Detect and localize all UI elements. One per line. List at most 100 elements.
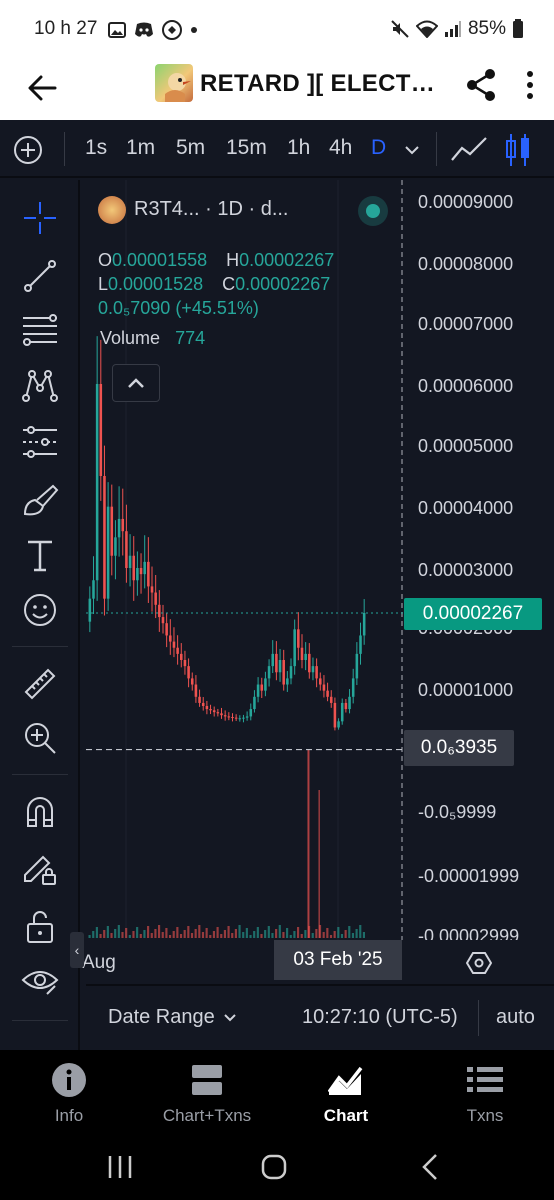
fib-tool[interactable] xyxy=(20,310,60,350)
timeframe-1s[interactable]: 1s xyxy=(85,136,107,160)
candle-body xyxy=(117,518,121,538)
candle-body xyxy=(355,653,359,679)
candle-body xyxy=(238,718,242,720)
candle-chart-type-button[interactable] xyxy=(504,132,532,168)
candle-body xyxy=(264,678,267,691)
time-axis[interactable]: Aug 03 Feb '25 xyxy=(82,940,554,984)
volume-bar xyxy=(231,933,234,938)
timeframe-1m[interactable]: 1m xyxy=(126,136,155,160)
candle-body xyxy=(293,629,296,667)
candle-body xyxy=(220,713,223,716)
auto-scale-button[interactable]: auto xyxy=(496,1006,535,1029)
volume-bar xyxy=(168,935,172,938)
candle-body xyxy=(329,696,333,703)
brush-tool[interactable] xyxy=(20,480,60,520)
unlock-tool[interactable] xyxy=(20,906,60,946)
symbol-title[interactable]: R3T4... · 1D · d... xyxy=(134,198,288,221)
candle-body xyxy=(231,717,234,719)
crosshair-icon xyxy=(24,202,56,234)
market-status-indicator[interactable] xyxy=(358,196,388,226)
system-back-button[interactable] xyxy=(410,1150,450,1184)
price-axis-label: 0.00004000 xyxy=(418,498,514,518)
timeframe-bar: 1s 1m 5m 15m 1h 4h D xyxy=(0,120,554,178)
price-axis-label: 0.00001000 xyxy=(418,680,514,700)
volume-bar xyxy=(234,929,237,938)
hexagon-settings-icon xyxy=(465,952,493,974)
chart-pane[interactable]: R3T4... · 1D · d... O0.00001558 H0.00002… xyxy=(86,180,554,940)
volume-bar xyxy=(88,935,91,938)
emoji-tool[interactable] xyxy=(20,590,60,630)
add-indicator-button[interactable] xyxy=(12,134,44,166)
recent-apps-button[interactable] xyxy=(100,1150,140,1184)
volume-bar xyxy=(260,934,263,938)
lock-drawings-tool[interactable] xyxy=(20,848,60,888)
candle-body xyxy=(92,580,95,599)
close-label: C xyxy=(222,274,236,294)
divider xyxy=(436,132,437,166)
candle-body xyxy=(260,684,264,691)
crosshair-tool[interactable] xyxy=(20,198,60,238)
tab-info[interactable]: Info xyxy=(0,1058,138,1134)
candle-body xyxy=(179,653,183,660)
candle-body xyxy=(249,709,253,717)
volume-bar xyxy=(125,928,128,938)
timeframe-4h[interactable]: 4h xyxy=(329,136,352,160)
timezone-clock[interactable]: 10:27:10 (UTC-5) xyxy=(302,1006,458,1029)
volume-bar xyxy=(351,933,355,938)
candle-body xyxy=(161,617,165,624)
smiley-icon xyxy=(24,594,56,626)
share-button[interactable] xyxy=(462,66,500,104)
line-chart-type-button[interactable] xyxy=(450,134,488,166)
volume-bar xyxy=(201,932,205,938)
candle-body xyxy=(289,666,293,679)
trend-line-tool[interactable] xyxy=(20,256,60,296)
list-icon xyxy=(467,1067,503,1092)
magnet-tool[interactable] xyxy=(20,792,60,832)
tab-chart-txns[interactable]: Chart+Txns xyxy=(138,1058,276,1134)
collapse-legend-button[interactable] xyxy=(112,364,160,402)
candle-body xyxy=(147,561,150,587)
timeframe-dropdown[interactable] xyxy=(402,140,422,160)
zoom-tool[interactable] xyxy=(20,718,60,758)
text-tool[interactable] xyxy=(20,536,60,576)
timeframe-15m[interactable]: 15m xyxy=(226,136,267,160)
high-value: 0.00002267 xyxy=(239,250,335,270)
visibility-tool[interactable] xyxy=(20,962,60,1002)
chart-settings-button[interactable] xyxy=(465,950,493,976)
volume-bar xyxy=(355,929,358,938)
toolbar-toggle[interactable]: ‹ xyxy=(70,932,84,968)
tab-label: Chart xyxy=(323,1106,369,1125)
open-label: O xyxy=(98,250,113,270)
candle-body xyxy=(282,660,285,685)
pencil-lock-icon xyxy=(24,855,56,885)
dot-icon xyxy=(191,27,197,33)
forecast-tool[interactable] xyxy=(20,422,60,462)
tab-chart[interactable]: Chart xyxy=(277,1058,415,1134)
volume-bar xyxy=(300,934,303,938)
more-menu-button[interactable] xyxy=(516,66,544,104)
volume-bar xyxy=(223,930,226,938)
volume-bar xyxy=(209,935,212,938)
home-button[interactable] xyxy=(254,1150,294,1184)
candle-body xyxy=(99,384,103,476)
pattern-tool[interactable] xyxy=(20,366,60,406)
timeframe-5m[interactable]: 5m xyxy=(176,136,205,160)
timeframe-d[interactable]: D xyxy=(371,136,386,160)
volume-bar xyxy=(150,933,153,938)
candle-body xyxy=(311,666,315,673)
volume-bar xyxy=(318,790,320,938)
candle-body xyxy=(359,635,362,654)
timeframe-1h[interactable]: 1h xyxy=(287,136,310,160)
volume-bar xyxy=(205,928,208,938)
candle-body xyxy=(344,702,348,710)
date-range-button[interactable]: Date Range xyxy=(108,1006,237,1029)
volume-bar xyxy=(249,935,252,938)
candle-body xyxy=(128,555,132,568)
volume-bar xyxy=(227,926,230,938)
volume-bar xyxy=(132,931,135,938)
tab-txns[interactable]: Txns xyxy=(416,1058,554,1134)
ruler-tool[interactable] xyxy=(20,664,60,704)
candle-body xyxy=(139,568,143,575)
price-axis-label: -0.0₅9999 xyxy=(418,802,497,822)
back-button[interactable] xyxy=(22,68,62,108)
